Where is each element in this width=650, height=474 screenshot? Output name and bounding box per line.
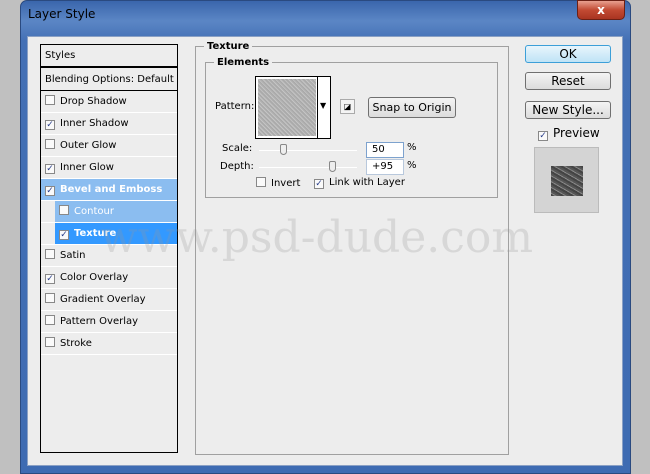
style-item-outer-glow[interactable]: Outer Glow [41,135,177,157]
preview-swatch [551,166,583,196]
checkmark-icon: ✓ [538,131,548,141]
style-item-gradient-overlay[interactable]: Gradient Overlay [41,289,177,311]
depth-slider[interactable] [259,167,357,168]
style-item-label: Color Overlay [60,272,129,283]
scale-label: Scale: [222,143,253,154]
window-title: Layer Style [28,7,96,21]
style-item-pattern-overlay[interactable]: Pattern Overlay [41,311,177,333]
style-item-label: Contour [74,206,114,217]
style-item-label: Stroke [60,338,92,349]
style-item-label: Gradient Overlay [60,294,146,305]
checkbox-icon[interactable] [59,205,69,215]
new-preset-icon[interactable]: ◪ [340,99,355,114]
depth-slider-thumb[interactable] [329,161,336,172]
checkbox-icon[interactable] [45,249,55,259]
style-item-label: Drop Shadow [60,96,127,107]
preview-label: Preview [553,126,600,140]
scale-unit: % [407,142,417,153]
style-item-label: Bevel and Emboss [60,184,163,195]
new-style-button[interactable]: New Style... [525,101,611,119]
elements-title: Elements [217,57,270,68]
style-item-label: Inner Glow [60,162,114,173]
checkbox-icon [256,177,266,187]
depth-unit: % [407,160,417,171]
style-item-inner-shadow[interactable]: ✓ Inner Shadow [41,113,177,135]
invert-checkbox[interactable]: Invert [256,177,300,189]
style-item-label: Pattern Overlay [60,316,139,327]
style-item-texture[interactable]: ✓ Texture [41,223,177,245]
style-item-bevel-and-emboss[interactable]: ✓ Bevel and Emboss [41,179,177,201]
pattern-picker[interactable]: ▼ [255,76,331,139]
depth-label: Depth: [220,161,254,172]
chevron-down-icon[interactable]: ▼ [320,101,326,110]
style-item-label: Texture [74,228,117,239]
checkbox-icon[interactable] [45,315,55,325]
checkmark-icon[interactable]: ✓ [59,230,69,240]
scale-slider-thumb[interactable] [280,144,287,155]
texture-title: Texture [207,41,250,52]
link-label: Link with Layer [329,177,405,188]
style-item-satin[interactable]: Satin [41,245,177,267]
styles-list: Styles Blending Options: Default Drop Sh… [40,44,178,453]
style-item-inner-glow[interactable]: ✓ Inner Glow [41,157,177,179]
style-item-contour[interactable]: Contour [41,201,177,223]
style-item-drop-shadow[interactable]: Drop Shadow [41,91,177,113]
style-item-color-overlay[interactable]: ✓ Color Overlay [41,267,177,289]
checkbox-icon[interactable] [45,293,55,303]
preview-checkbox[interactable]: ✓ Preview [538,126,600,141]
checkmark-icon[interactable]: ✓ [45,164,55,174]
style-item-label: Satin [60,250,86,261]
style-item-stroke[interactable]: Stroke [41,333,177,355]
checkmark-icon[interactable]: ✓ [45,186,55,196]
checkbox-icon[interactable] [45,95,55,105]
pattern-label: Pattern: [215,101,255,112]
style-item-label: Outer Glow [60,140,117,151]
ok-button[interactable]: OK [525,45,611,63]
checkmark-icon[interactable]: ✓ [45,274,55,284]
depth-input[interactable]: +95 [366,159,404,175]
styles-header[interactable]: Styles [41,45,177,68]
invert-label: Invert [271,178,301,189]
scale-input[interactable]: 50 [366,142,404,158]
scale-slider[interactable] [259,150,357,151]
blending-options[interactable]: Blending Options: Default [41,69,177,91]
reset-button[interactable]: Reset [525,72,611,90]
close-button[interactable]: x [577,0,625,20]
style-item-label: Inner Shadow [60,118,129,129]
checkmark-icon: ✓ [314,179,324,189]
snap-to-origin-button[interactable]: Snap to Origin [368,97,456,118]
pattern-swatch [258,79,316,136]
link-with-layer-checkbox[interactable]: ✓ Link with Layer [314,177,405,189]
preview-thumbnail [534,147,599,213]
checkbox-icon[interactable] [45,337,55,347]
checkbox-icon[interactable] [45,139,55,149]
checkmark-icon[interactable]: ✓ [45,120,55,130]
